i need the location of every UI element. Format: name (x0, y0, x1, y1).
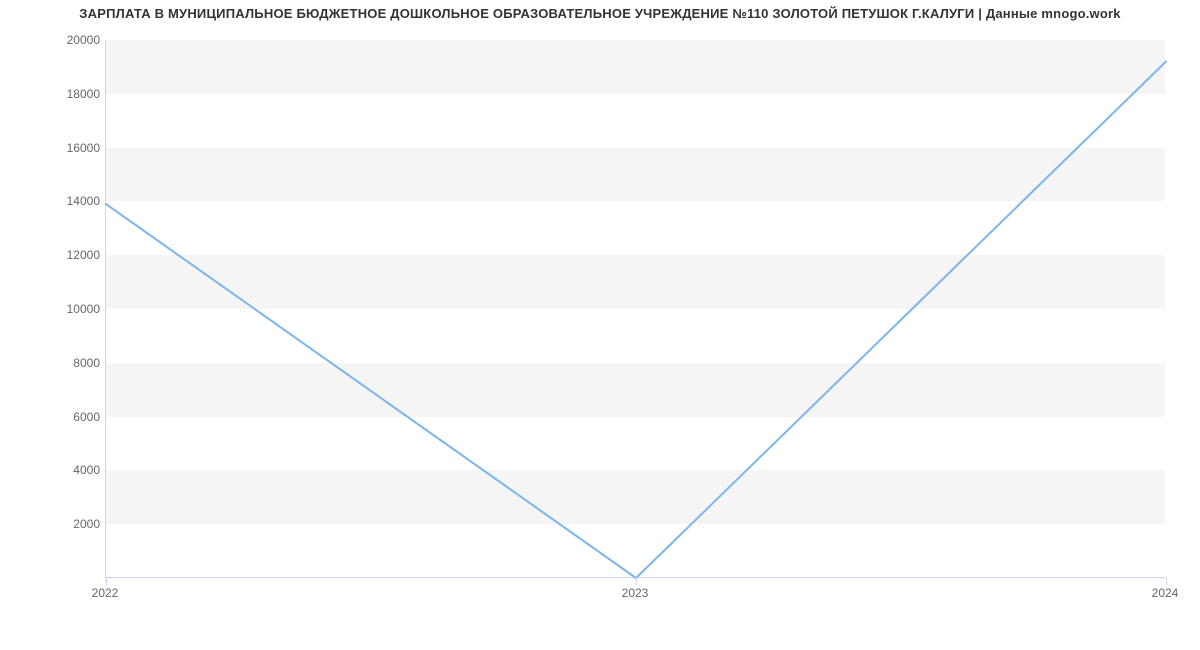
y-axis-label: 4000 (40, 463, 100, 477)
y-axis-label: 14000 (40, 194, 100, 208)
y-axis-label: 20000 (40, 33, 100, 47)
x-axis-tick (636, 577, 637, 585)
y-axis-label: 10000 (40, 302, 100, 316)
line-layer (106, 40, 1165, 577)
x-axis-label: 2022 (92, 586, 119, 600)
y-axis-label: 8000 (40, 356, 100, 370)
plot-area (105, 40, 1165, 578)
y-axis-label: 16000 (40, 141, 100, 155)
y-axis-label: 12000 (40, 248, 100, 262)
x-axis-tick (1166, 577, 1167, 585)
x-axis-label: 2024 (1152, 586, 1179, 600)
x-axis-tick (106, 577, 107, 585)
chart-container: ЗАРПЛАТА В МУНИЦИПАЛЬНОЕ БЮДЖЕТНОЕ ДОШКО… (0, 0, 1200, 650)
y-axis-label: 6000 (40, 410, 100, 424)
y-axis-label: 18000 (40, 87, 100, 101)
chart-title: ЗАРПЛАТА В МУНИЦИПАЛЬНОЕ БЮДЖЕТНОЕ ДОШКО… (0, 6, 1200, 21)
x-axis-label: 2023 (622, 586, 649, 600)
series-line (106, 62, 1166, 578)
y-axis-label: 2000 (40, 517, 100, 531)
